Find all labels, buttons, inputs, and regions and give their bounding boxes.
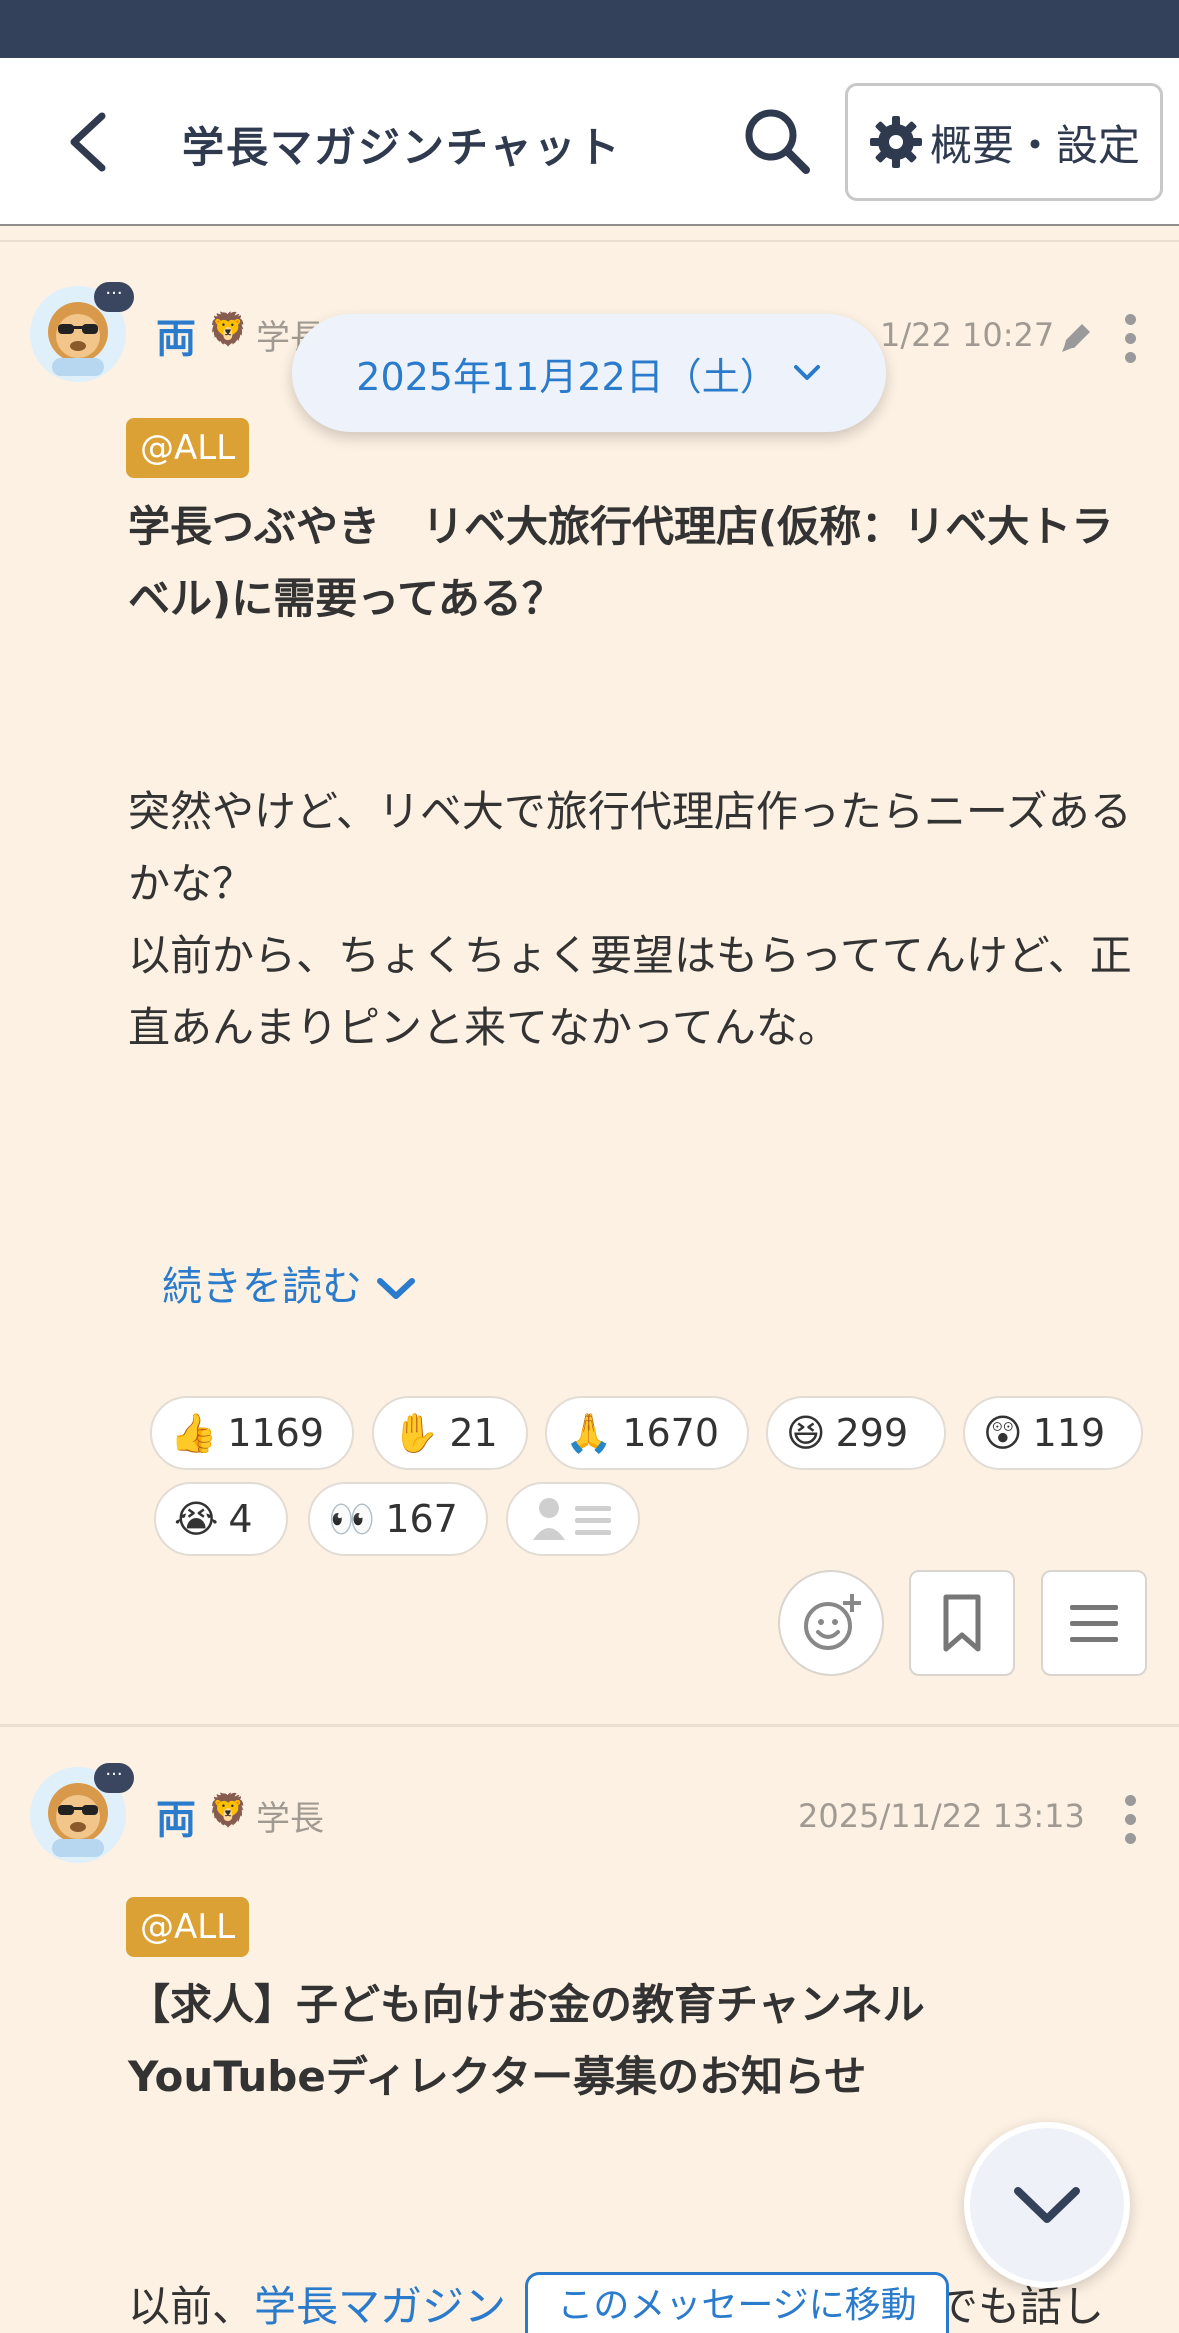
grinning-squint-icon: 😆 xyxy=(786,1411,826,1455)
chevron-down-icon xyxy=(793,365,820,380)
mention-all-tag: @ALL xyxy=(126,418,250,478)
crying-icon: 😭 xyxy=(174,1497,219,1541)
reaction-folded-hands[interactable]: 🙏 1670 xyxy=(545,1396,749,1470)
message-title: 学長つぶやき リベ大旅行代理店(仮称：リベ大トラベル)に需要ってある？ xyxy=(128,502,1114,623)
chevron-down-icon xyxy=(1014,2187,1080,2223)
date-jump-pill[interactable]: 2025年11月22日（土） xyxy=(292,314,886,432)
reaction-count: 119 xyxy=(1032,1411,1106,1455)
search-button[interactable] xyxy=(740,104,814,178)
add-reaction-icon xyxy=(804,1594,861,1650)
user-list-icon xyxy=(533,1498,611,1540)
read-more-label: 続きを読む xyxy=(162,1264,362,1310)
hamburger-icon xyxy=(1070,1605,1118,1642)
lion-role-icon: 🦁 xyxy=(208,310,248,348)
gear-icon xyxy=(870,116,922,168)
reaction-raised-hand[interactable]: ✋ 21 xyxy=(372,1396,528,1470)
scroll-to-bottom-button[interactable] xyxy=(964,2122,1130,2288)
author-name[interactable]: 両 xyxy=(156,306,196,364)
more-options-button[interactable] xyxy=(1118,1795,1142,1851)
body-text-prefix: 以前、 xyxy=(128,2282,255,2331)
reaction-users-button[interactable] xyxy=(506,1482,640,1556)
reaction-count: 1169 xyxy=(227,1411,325,1455)
back-button[interactable] xyxy=(60,106,120,178)
chevron-left-icon xyxy=(70,112,106,172)
folded-hands-icon: 🙏 xyxy=(565,1410,613,1455)
bookmark-button[interactable] xyxy=(909,1570,1015,1676)
message-title: 【求人】子ども向けお金の教育チャンネルYouTubeディレクター募集のお知らせ xyxy=(128,1980,925,2101)
message-body: 突然やけど、リベ大で旅行代理店作ったらニーズあるかな？ 以前から、ちょくちょく要… xyxy=(128,787,1132,1052)
settings-label: 概要・設定 xyxy=(930,120,1141,170)
chat-bubble-badge: ··· xyxy=(94,282,134,312)
read-more-link[interactable]: 続きを読む xyxy=(162,1254,416,1312)
reaction-count: 1670 xyxy=(622,1411,720,1455)
avatar[interactable]: ··· xyxy=(30,1763,134,1863)
divider xyxy=(0,240,1179,242)
status-bar xyxy=(0,0,1179,58)
body-text-suffix: でも話し xyxy=(936,2282,1105,2331)
mention-all-tag: @ALL xyxy=(126,1897,250,1957)
search-icon xyxy=(745,109,810,174)
avatar[interactable]: ··· xyxy=(30,282,134,382)
astonished-icon: 😲 xyxy=(983,1411,1023,1455)
thumbs-up-icon: 👍 xyxy=(170,1410,218,1455)
reaction-count: 21 xyxy=(449,1411,498,1455)
reaction-astonished[interactable]: 😲 119 xyxy=(963,1396,1143,1470)
chat-bubble-badge: ··· xyxy=(94,1763,134,1793)
add-reaction-button[interactable] xyxy=(778,1570,884,1676)
date-label: 2025年11月22日（土） xyxy=(356,354,778,399)
reaction-crying[interactable]: 😭 4 xyxy=(154,1482,288,1556)
reaction-count: 167 xyxy=(385,1497,458,1541)
reaction-grinning-squint[interactable]: 😆 299 xyxy=(766,1396,946,1470)
reaction-eyes[interactable]: 👀 167 xyxy=(308,1482,488,1556)
eyes-icon: 👀 xyxy=(328,1496,376,1541)
author-name[interactable]: 両 xyxy=(156,1787,196,1845)
settings-button[interactable]: 概要・設定 xyxy=(845,83,1163,201)
magazine-link[interactable]: 学長マガジン xyxy=(254,2282,506,2331)
chat-message: ··· 両 🦁 学長 1/22 10:27 @ALL 学長つぶやき リベ大旅行代… xyxy=(0,244,1179,1724)
bookmark-icon xyxy=(943,1594,981,1652)
chevron-down-icon xyxy=(377,1278,415,1299)
reaction-count: 4 xyxy=(228,1497,253,1541)
chat-header: 学長マガジンチャット 概要・設定 xyxy=(0,58,1179,226)
raised-hand-icon: ✋ xyxy=(392,1410,440,1455)
timestamp: 2025/11/22 13:13 xyxy=(798,1797,1085,1835)
role-label: 学長 xyxy=(256,1799,324,1839)
pencil-icon xyxy=(1062,324,1090,352)
chat-title: 学長マガジンチャット xyxy=(182,123,622,172)
more-options-button[interactable] xyxy=(1118,314,1142,370)
reaction-thumbs-up[interactable]: 👍 1169 xyxy=(150,1396,354,1470)
menu-button[interactable] xyxy=(1041,1570,1147,1676)
reaction-count: 299 xyxy=(835,1411,909,1455)
jump-to-message-button[interactable]: このメッセージに移動 xyxy=(525,2272,949,2333)
lion-role-icon: 🦁 xyxy=(208,1791,248,1829)
timestamp: 1/22 10:27 xyxy=(880,316,1055,354)
